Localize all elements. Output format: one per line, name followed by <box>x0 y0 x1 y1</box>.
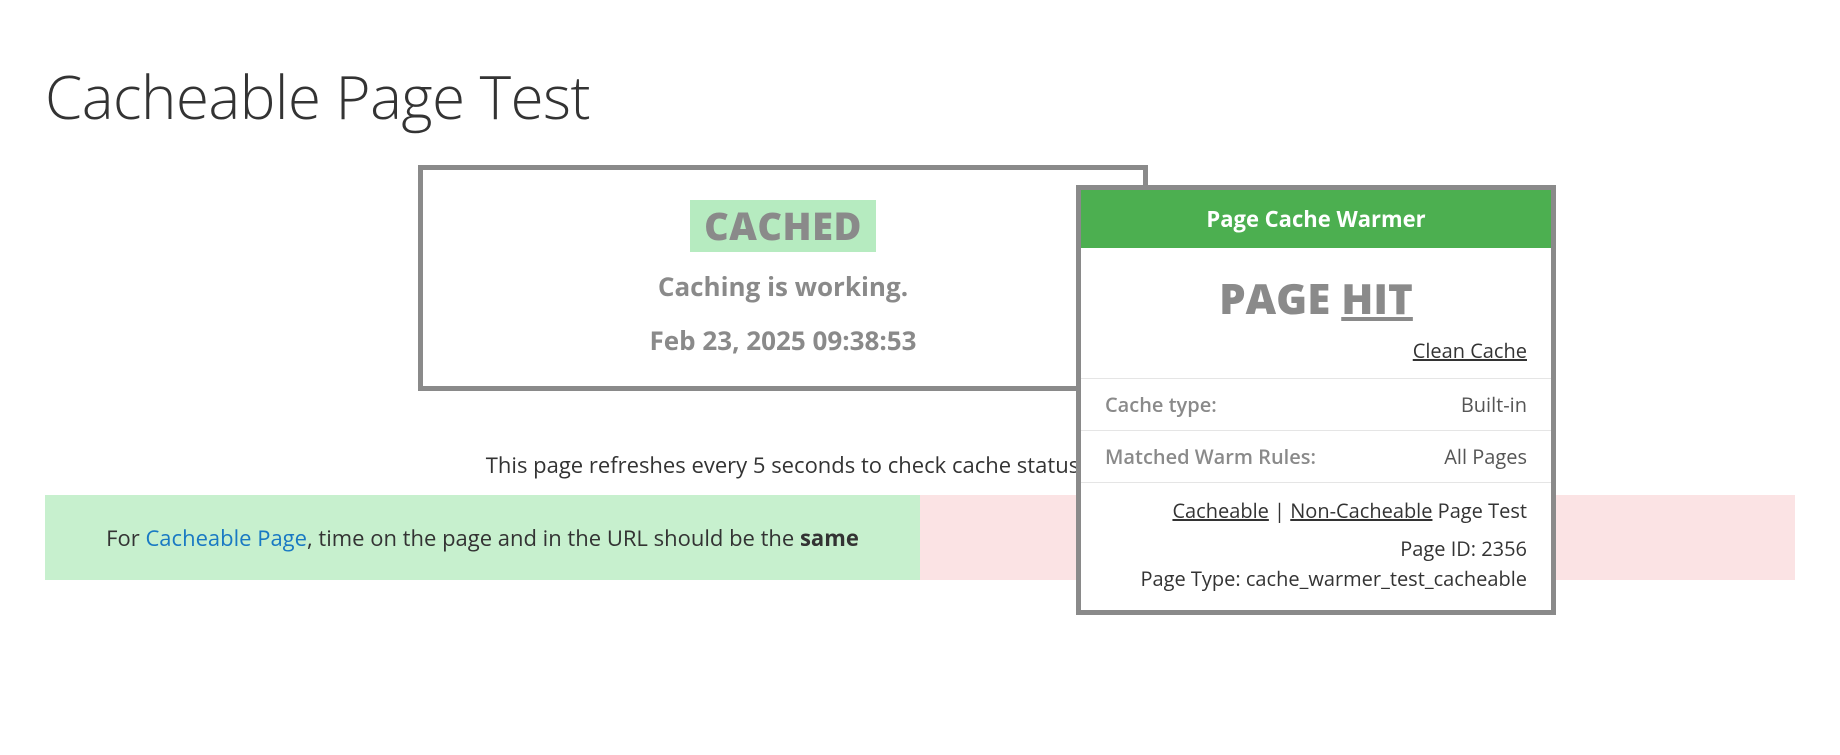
page-title: Cacheable Page Test <box>0 0 1840 137</box>
link-separator: | <box>1269 497 1290 524</box>
hint-bold: same <box>800 523 859 553</box>
page-id-label: Page ID: <box>1400 535 1481 562</box>
cache-type-row: Cache type: Built-in <box>1081 378 1551 430</box>
hint-cacheable: For Cacheable Page, time on the page and… <box>45 495 920 580</box>
warm-rules-value: All Pages <box>1444 443 1527 470</box>
warm-rules-row: Matched Warm Rules: All Pages <box>1081 430 1551 482</box>
test-links-row: Cacheable | Non-Cacheable Page Test <box>1081 482 1551 530</box>
warmer-header: Page Cache Warmer <box>1081 190 1551 248</box>
page-type-value: cache_warmer_test_cacheable <box>1246 565 1527 592</box>
hint-text: , time on the page and in the URL should… <box>307 523 800 553</box>
page-hit-label: PAGE <box>1219 270 1341 327</box>
page-cache-warmer-panel: Page Cache Warmer PAGE HIT Clean Cache C… <box>1076 185 1556 615</box>
clean-cache-link[interactable]: Clean Cache <box>1413 337 1527 364</box>
page-hit-value: HIT <box>1341 270 1413 327</box>
link-suffix: Page Test <box>1432 497 1527 524</box>
cache-status-box: CACHED Caching is working. Feb 23, 2025 … <box>418 165 1148 391</box>
page-hit-status: PAGE HIT <box>1081 248 1551 337</box>
status-timestamp: Feb 23, 2025 09:38:53 <box>443 322 1123 358</box>
cache-type-value: Built-in <box>1461 391 1527 418</box>
page-id-value: 2356 <box>1481 535 1527 562</box>
status-badge: CACHED <box>690 200 876 252</box>
status-message: Caching is working. <box>443 268 1123 304</box>
page-meta: Page ID: 2356 Page Type: cache_warmer_te… <box>1081 530 1551 610</box>
cache-type-label: Cache type: <box>1105 391 1217 418</box>
cacheable-page-link[interactable]: Cacheable Page <box>145 523 307 553</box>
cacheable-test-link[interactable]: Cacheable <box>1172 497 1268 524</box>
hint-text: For <box>106 523 145 553</box>
noncacheable-test-link[interactable]: Non-Cacheable <box>1290 497 1432 524</box>
warm-rules-label: Matched Warm Rules: <box>1105 443 1316 470</box>
page-type-label: Page Type: <box>1140 565 1245 592</box>
